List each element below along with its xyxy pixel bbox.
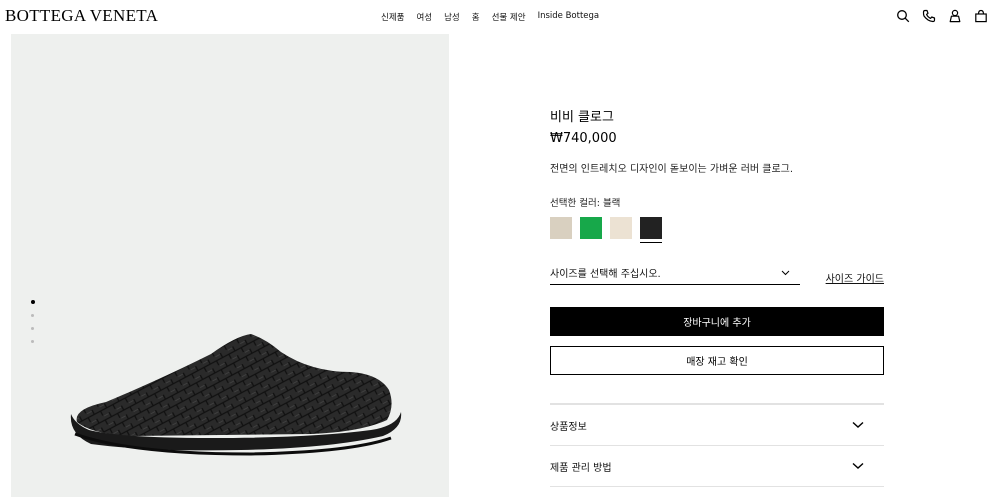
phone-icon[interactable]: [922, 9, 936, 23]
check-store-stock-button[interactable]: 매장 재고 확인: [550, 346, 884, 375]
accordion-care[interactable]: 제품 관리 방법: [550, 446, 884, 487]
nav-item-home[interactable]: 홈: [472, 11, 480, 23]
chevron-down-icon: [852, 421, 864, 428]
nav-item-gifts[interactable]: 선물 제안: [492, 11, 526, 23]
gallery-dot-3[interactable]: [31, 327, 34, 330]
nav-item-women[interactable]: 여성: [416, 11, 432, 23]
nav-item-inside-bottega[interactable]: Inside Bottega: [538, 11, 600, 23]
swatch-black[interactable]: [640, 217, 662, 243]
swatch-beige[interactable]: [550, 217, 572, 239]
bag-icon[interactable]: [948, 9, 962, 23]
size-row: 사이즈를 선택해 주십시오. 사이즈 가이드: [550, 265, 884, 285]
accordion-product-info[interactable]: 상품정보: [550, 405, 884, 446]
main-nav: 신제품 여성 남성 홈 선물 제안 Inside Bottega: [381, 11, 599, 23]
swatch-cream[interactable]: [610, 217, 632, 239]
accordion-label: 제품 관리 방법: [550, 462, 612, 474]
size-select-label: 사이즈를 선택해 주십시오.: [550, 269, 661, 280]
size-select[interactable]: 사이즈를 선택해 주십시오.: [550, 265, 800, 285]
color-swatches: [550, 217, 884, 243]
product-name: 비비 클로그: [550, 110, 614, 125]
gallery-dot-2[interactable]: [31, 314, 34, 317]
nav-item-new[interactable]: 신제품: [381, 11, 404, 23]
brand-logo[interactable]: BOTTEGA VENETA: [5, 6, 158, 26]
site-header: BOTTEGA VENETA 신제품 여성 남성 홈 선물 제안 Inside …: [0, 0, 1000, 34]
nav-item-men[interactable]: 남성: [444, 11, 460, 23]
header-icons: [896, 9, 988, 23]
selected-color-label: 선택한 컬러: 블랙: [550, 198, 621, 209]
product-price: ₩740,000: [550, 131, 617, 146]
accordion-label: 상품정보: [550, 421, 587, 433]
chevron-down-icon: [852, 462, 864, 469]
product-accordion: 상품정보 제품 관리 방법: [550, 403, 884, 487]
product-description: 전면의 인트레치오 디자인이 돋보이는 가벼운 러버 클로그.: [550, 164, 794, 175]
cart-icon[interactable]: [974, 9, 988, 23]
gallery-dot-4[interactable]: [31, 340, 34, 343]
size-guide-link[interactable]: 사이즈 가이드: [826, 270, 884, 285]
gallery-pagination: [30, 300, 35, 343]
product-info: 비비 클로그 ₩740,000 전면의 인트레치오 디자인이 돋보이는 가벼운 …: [550, 106, 884, 487]
add-to-cart-button[interactable]: 장바구니에 추가: [550, 307, 884, 336]
product-image-gallery[interactable]: [11, 34, 449, 497]
gallery-dot-1[interactable]: [30, 300, 35, 304]
search-icon[interactable]: [896, 9, 910, 23]
product-image-clog: [70, 334, 402, 456]
swatch-green[interactable]: [580, 217, 602, 239]
chevron-down-icon: [781, 270, 790, 275]
